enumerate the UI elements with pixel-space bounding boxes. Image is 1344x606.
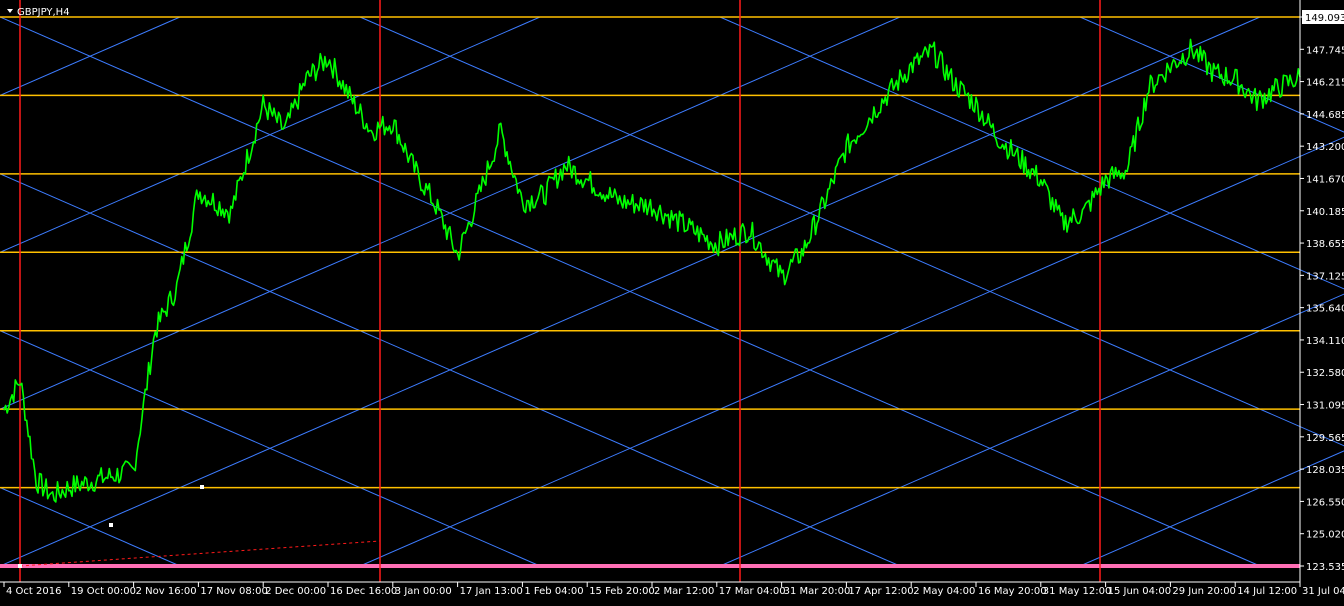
anchor-point xyxy=(18,564,22,568)
y-tick-label: 126.550 xyxy=(1306,497,1344,508)
x-tick-label: 15 Feb 20:00 xyxy=(589,586,655,597)
x-tick-label: 17 Apr 12:00 xyxy=(848,586,913,597)
y-tick-label: 141.670 xyxy=(1306,174,1344,185)
x-tick-label: 2 Mar 12:00 xyxy=(654,586,714,597)
price-chart: 149.093 147.745 146.215 144.685 143.200 141.6… xyxy=(0,0,1344,602)
y-tick-label: 137.125 xyxy=(1306,271,1344,282)
x-tick-label: 17 Mar 04:00 xyxy=(719,586,786,597)
current-price-label: 149.093 xyxy=(1305,13,1344,24)
x-tick-label: 16 Dec 16:00 xyxy=(330,586,397,597)
x-tick-label: 1 Feb 04:00 xyxy=(524,586,583,597)
x-tick-label: 17 Jan 13:00 xyxy=(460,586,523,597)
symbol-title: GBPJPY,H4 xyxy=(17,7,70,18)
x-tick-label: 2 Dec 00:00 xyxy=(265,586,326,597)
chart-background xyxy=(0,0,1344,602)
chart-root: 149.093 147.745 146.215 144.685 143.200 141.6… xyxy=(0,0,1344,602)
y-tick-label: 134.110 xyxy=(1306,336,1344,347)
y-tick-label: 138.655 xyxy=(1306,239,1344,250)
x-tick-label: 2 May 04:00 xyxy=(913,586,975,597)
x-tick-label: 16 May 20:00 xyxy=(978,586,1047,597)
x-tick-label: 19 Oct 00:00 xyxy=(71,586,136,597)
y-tick-label: 146.215 xyxy=(1306,78,1344,89)
x-tick-label: 31 Jul 04:00 xyxy=(1302,586,1344,597)
y-tick-label: 135.640 xyxy=(1306,304,1344,315)
x-tick-label: 14 Jul 12:00 xyxy=(1237,586,1297,597)
y-tick-label: 123.535 xyxy=(1306,562,1344,573)
y-tick-label: 129.565 xyxy=(1306,433,1344,444)
y-tick-label: 147.745 xyxy=(1306,45,1344,56)
y-tick-label: 128.035 xyxy=(1306,465,1344,476)
x-tick-label: 29 Jun 20:00 xyxy=(1172,586,1236,597)
y-tick-label: 144.685 xyxy=(1306,110,1344,121)
x-tick-label: 3 Jan 00:00 xyxy=(395,586,452,597)
y-tick-label: 132.580 xyxy=(1306,368,1344,379)
y-tick-label: 140.185 xyxy=(1306,207,1344,218)
y-tick-label: 143.200 xyxy=(1306,142,1344,153)
x-tick-label: 31 May 12:00 xyxy=(1043,586,1112,597)
y-tick-label: 131.095 xyxy=(1306,401,1344,412)
anchor-point xyxy=(109,523,113,527)
x-tick-label: 15 Jun 04:00 xyxy=(1108,586,1172,597)
symbol-header: GBPJPY,H4 xyxy=(7,7,70,18)
x-tick-label: 17 Nov 08:00 xyxy=(200,586,267,597)
y-tick-label: 125.020 xyxy=(1306,530,1344,541)
x-tick-label: 4 Oct 2016 xyxy=(6,586,61,597)
anchor-point xyxy=(200,485,204,489)
x-tick-label: 31 Mar 20:00 xyxy=(784,586,851,597)
x-tick-label: 2 Nov 16:00 xyxy=(136,586,197,597)
